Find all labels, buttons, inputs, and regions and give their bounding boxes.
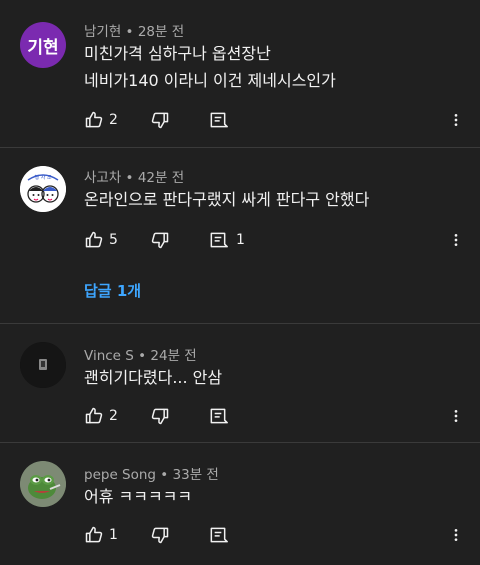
- comment-time[interactable]: 24분 전: [150, 348, 196, 364]
- comment-line: 온라인으로 판다구랬지 싸게 판다구 안했다: [84, 190, 370, 209]
- comment-meta: pepe Song • 33분 전: [84, 463, 219, 483]
- like-count: 2: [109, 112, 118, 128]
- comment-line: 네비가140 이라니 이건 제네시스인가: [84, 71, 336, 90]
- svg-text:행 사 조: 행 사 조: [35, 174, 52, 181]
- reply-button[interactable]: [208, 108, 228, 132]
- dislike-button[interactable]: [150, 404, 170, 428]
- meta-separator: •: [121, 170, 138, 186]
- view-replies-link[interactable]: 답글 1개: [84, 280, 141, 301]
- comment-item: 행 사 조 사고차 • 42분 전 온라인으로 판다구랬지 싸게 판다구 안했다…: [0, 148, 480, 324]
- comment-meta: Vince S • 24분 전: [84, 344, 197, 364]
- comment-time[interactable]: 33분 전: [173, 467, 219, 483]
- comment-line: 어휴 ㅋㅋㅋㅋㅋ: [84, 487, 193, 506]
- reply-button[interactable]: 1: [208, 228, 245, 252]
- comment-actions: 1: [84, 523, 464, 547]
- more-vert-icon: [454, 529, 458, 541]
- avatar-initials: 기현: [27, 37, 59, 58]
- comment-text: 어휴 ㅋㅋㅋㅋㅋ: [84, 483, 192, 510]
- more-vert-icon: [454, 114, 458, 126]
- comment-author[interactable]: 남기현: [84, 24, 121, 40]
- meta-separator: •: [133, 348, 151, 364]
- comment-actions: 2: [84, 108, 464, 132]
- comment-actions: 2: [84, 404, 464, 428]
- comment-meta: 남기현 • 28분 전: [84, 20, 184, 40]
- more-options-button[interactable]: [448, 228, 464, 252]
- thumb-down-icon: [151, 527, 169, 544]
- more-vert-icon: [454, 410, 458, 422]
- comment-icon: [210, 408, 228, 424]
- avatar-frog-icon: [20, 461, 66, 507]
- comment-text: 미친가격 심하구나 옵션장난 네비가140 이라니 이건 제네시스인가: [84, 40, 336, 94]
- like-button[interactable]: 2: [84, 108, 118, 132]
- comment-icon: [210, 112, 228, 128]
- comment-time[interactable]: 42분 전: [138, 170, 184, 186]
- reply-button[interactable]: [208, 523, 228, 547]
- meta-separator: •: [121, 24, 138, 40]
- comment-icon: [210, 527, 228, 543]
- thumb-up-icon: [85, 111, 103, 128]
- avatar[interactable]: [20, 342, 66, 388]
- comment-author[interactable]: pepe Song: [84, 467, 156, 483]
- comment-line: 미친가격 심하구나 옵션장난: [84, 44, 271, 63]
- reply-count: 1: [236, 232, 245, 248]
- comment-actions: 5 1: [84, 228, 464, 252]
- more-options-button[interactable]: [448, 108, 464, 132]
- thumb-down-icon: [151, 408, 169, 425]
- avatar[interactable]: 기현: [20, 22, 66, 68]
- thumb-down-icon: [151, 232, 169, 249]
- more-options-button[interactable]: [448, 523, 464, 547]
- comment-item: pepe Song • 33분 전 어휴 ㅋㅋㅋㅋㅋ 1: [0, 443, 480, 565]
- avatar-drawing-icon: 행 사 조: [20, 166, 66, 212]
- comment-icon: [210, 232, 228, 248]
- avatar[interactable]: 행 사 조: [20, 166, 66, 212]
- avatar[interactable]: [20, 461, 66, 507]
- comment-line: 괜히기다렸다... 안삼: [84, 368, 223, 387]
- like-button[interactable]: 2: [84, 404, 118, 428]
- comment-item: 기현 남기현 • 28분 전 미친가격 심하구나 옵션장난 네비가140 이라니…: [0, 0, 480, 148]
- thumb-up-icon: [85, 231, 103, 248]
- more-options-button[interactable]: [448, 404, 464, 428]
- thumb-down-icon: [151, 112, 169, 129]
- more-vert-icon: [454, 234, 458, 246]
- like-count: 5: [109, 232, 118, 248]
- thumb-up-icon: [85, 407, 103, 424]
- comment-meta: 사고차 • 42분 전: [84, 166, 184, 186]
- like-button[interactable]: 5: [84, 228, 118, 252]
- like-count: 1: [109, 527, 118, 543]
- comment-text: 괜히기다렸다... 안삼: [84, 364, 222, 391]
- avatar-image-icon: [20, 342, 66, 388]
- meta-separator: •: [156, 467, 173, 483]
- dislike-button[interactable]: [150, 228, 170, 252]
- like-count: 2: [109, 408, 118, 424]
- comment-author[interactable]: 사고차: [84, 170, 121, 186]
- comment-time[interactable]: 28분 전: [138, 24, 184, 40]
- comment-text: 온라인으로 판다구랬지 싸게 판다구 안했다: [84, 186, 369, 213]
- comment-item: Vince S • 24분 전 괜히기다렸다... 안삼 2: [0, 324, 480, 443]
- reply-button[interactable]: [208, 404, 228, 428]
- thumb-up-icon: [85, 526, 103, 543]
- comment-author[interactable]: Vince S: [84, 348, 134, 364]
- dislike-button[interactable]: [150, 108, 170, 132]
- dislike-button[interactable]: [150, 523, 170, 547]
- like-button[interactable]: 1: [84, 523, 118, 547]
